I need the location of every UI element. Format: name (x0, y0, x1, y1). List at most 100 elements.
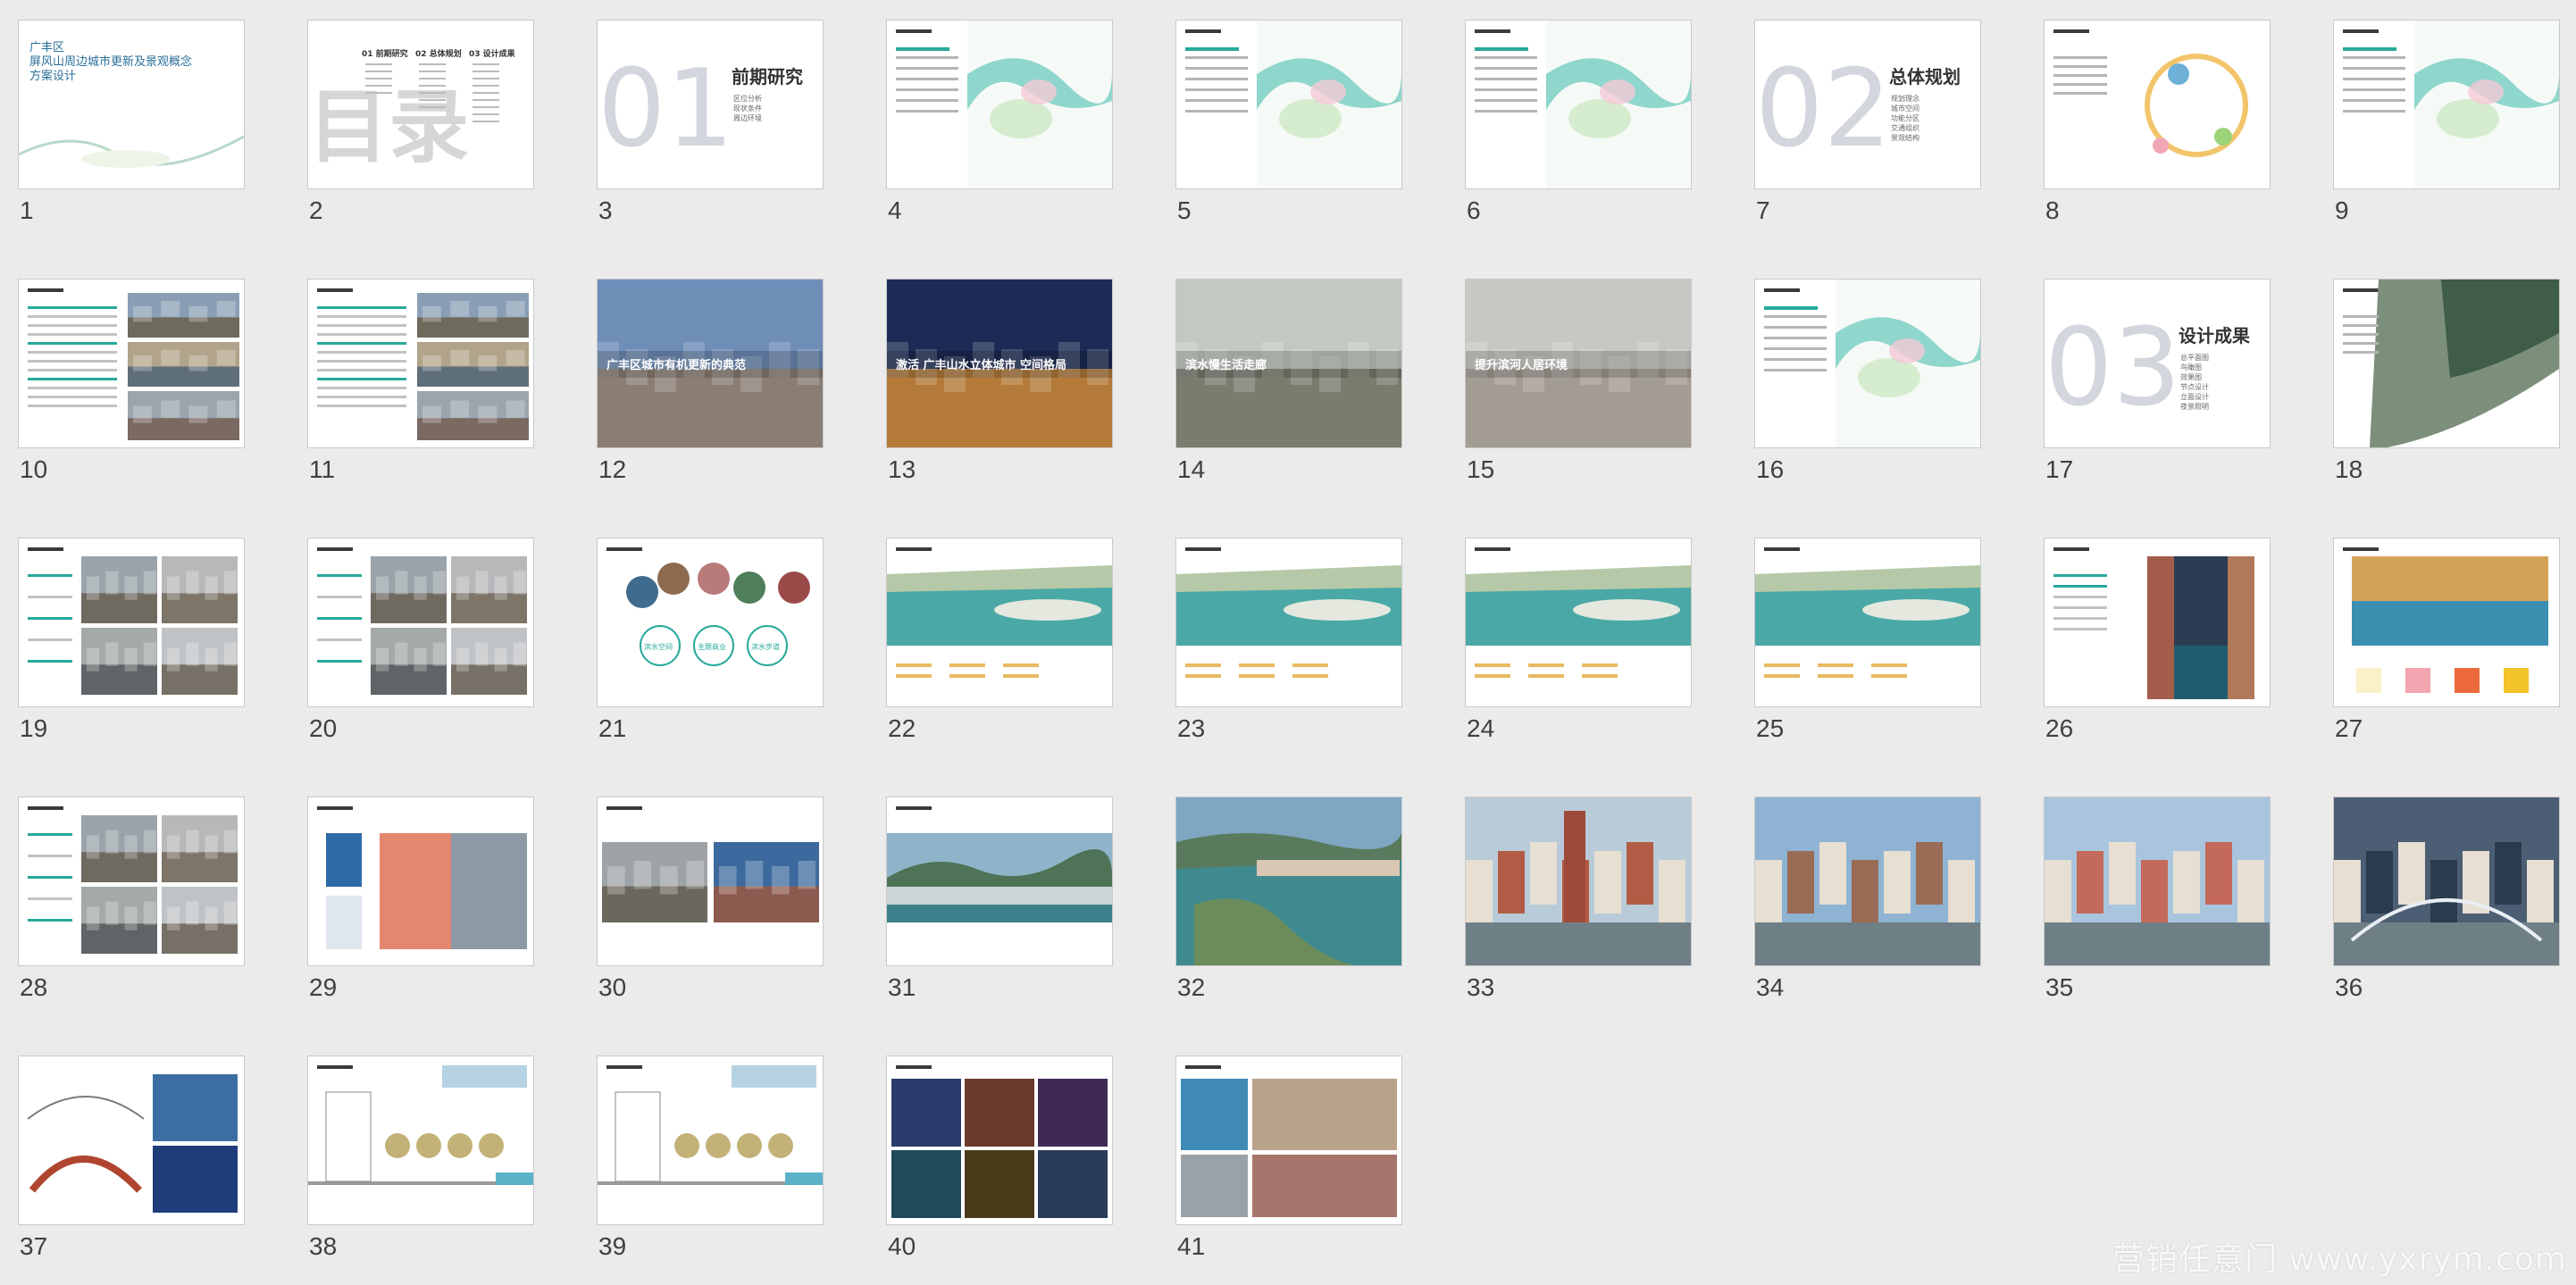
slide-thumbnail-12[interactable]: 广丰区城市有机更新的典范 12 (597, 279, 824, 483)
slide-preview[interactable] (886, 797, 1113, 966)
slide-preview[interactable] (886, 1056, 1113, 1225)
night-img-1 (891, 1079, 961, 1147)
slide-thumbnail-35[interactable]: 35 (2044, 797, 2271, 1001)
slide-thumbnail-19[interactable]: 19 (18, 538, 245, 742)
slide-thumbnail-10[interactable]: 10 (18, 279, 245, 483)
night-img-4 (891, 1150, 961, 1218)
slide-thumbnail-24[interactable]: 24 (1465, 538, 1692, 742)
slide-thumbnail-34[interactable]: 34 (1754, 797, 1981, 1001)
render-building (2430, 860, 2457, 922)
slide-preview[interactable]: 01 前期研究 区位分析 现状条件 周边环境 (597, 20, 824, 189)
slide-preview[interactable]: 02 总体规划 规划理念 城市空间 功能分区 交通组织 景观结构 (1754, 20, 1981, 189)
slide-thumbnail-26[interactable]: 26 (2044, 538, 2271, 742)
slide-preview[interactable] (1465, 20, 1692, 189)
section-number: 03 (2045, 306, 2181, 430)
slide-preview[interactable] (1465, 797, 1692, 966)
slide-thumbnail-1[interactable]: 广丰区 屏风山周边城市更新及景观概念 方案设计 1 (18, 20, 245, 224)
slide-thumbnail-3[interactable]: 01 前期研究 区位分析 现状条件 周边环境 3 (597, 20, 824, 224)
slide-thumbnail-32[interactable]: 32 (1175, 797, 1402, 1001)
slide-thumbnail-27[interactable]: 27 (2333, 538, 2560, 742)
slide-thumbnail-5[interactable]: 5 (1175, 20, 1402, 224)
slide-thumbnail-21[interactable]: 滨水空间 主题商业 滨水步道 21 (597, 538, 824, 742)
slide-thumbnail-29[interactable]: 29 (307, 797, 534, 1001)
slide-preview[interactable]: 目录 01 前期研究 02 总体规划 03 设计成果 (307, 20, 534, 189)
slide-preview[interactable] (2044, 797, 2271, 966)
slide-preview[interactable] (307, 1056, 534, 1225)
slide-preview[interactable] (1175, 538, 1402, 707)
photo-title: 激活 广丰山水立体城市 空间格局 (896, 358, 1066, 372)
slide-thumbnail-39[interactable]: 39 (597, 1056, 824, 1260)
slide-preview[interactable] (2044, 20, 2271, 189)
slide-thumbnail-22[interactable]: 22 (886, 538, 1113, 742)
slide-thumbnail-11[interactable]: 11 (307, 279, 534, 483)
slide-preview[interactable] (1175, 1056, 1402, 1225)
map-textline (1185, 88, 1248, 91)
slide-thumbnail-30[interactable]: 30 (597, 797, 824, 1001)
slide-thumbnail-20[interactable]: 20 (307, 538, 534, 742)
plan-bank (1755, 565, 1980, 592)
section-tree-1 (674, 1133, 699, 1158)
slide-thumbnail-16[interactable]: 16 (1754, 279, 1981, 483)
slide-thumbnail-17[interactable]: 03 设计成果 总平面图 鸟瞰图 效果图 节点设计 立面设计 夜景照明 17 (2044, 279, 2271, 483)
slide-thumbnail-9[interactable]: 9 (2333, 20, 2560, 224)
slide-preview[interactable]: 激活 广丰山水立体城市 空间格局 (886, 279, 1113, 448)
slide-preview[interactable] (597, 797, 824, 966)
plan-legend (1582, 674, 1618, 678)
slide-preview[interactable]: 03 设计成果 总平面图 鸟瞰图 效果图 节点设计 立面设计 夜景照明 (2044, 279, 2271, 448)
slide-thumbnail-13[interactable]: 激活 广丰山水立体城市 空间格局 13 (886, 279, 1113, 483)
slide-preview[interactable] (597, 1056, 824, 1225)
slide-preview[interactable] (1754, 797, 1981, 966)
slide-thumbnail-37[interactable]: 37 (18, 1056, 245, 1260)
slide-number: 38 (309, 1232, 338, 1260)
slide-thumbnail-28[interactable]: 28 (18, 797, 245, 1001)
slide-preview[interactable] (18, 279, 245, 448)
slide-thumbnail-14[interactable]: 滨水慢生活走廊 14 (1175, 279, 1402, 483)
slide-thumbnail-18[interactable]: 18 (2333, 279, 2560, 483)
slide-preview[interactable]: 广丰区城市有机更新的典范 (597, 279, 824, 448)
slide-thumbnail-41[interactable]: 41 (1175, 1056, 1402, 1260)
slide-preview[interactable] (307, 797, 534, 966)
slide-preview[interactable] (2333, 20, 2560, 189)
slide-thumbnail-38[interactable]: 38 (307, 1056, 534, 1260)
slide-thumbnail-15[interactable]: 提升滨河人居环境 15 (1465, 279, 1692, 483)
slide-thumbnail-31[interactable]: 31 (886, 797, 1113, 1001)
slide-preview[interactable] (1754, 279, 1981, 448)
slide-thumbnail-7[interactable]: 02 总体规划 规划理念 城市空间 功能分区 交通组织 景观结构 7 (1754, 20, 1981, 224)
slide-preview[interactable] (1175, 797, 1402, 966)
slide-preview[interactable] (307, 279, 534, 448)
slide-number: 23 (1177, 714, 1206, 742)
slide-content (2343, 21, 2559, 188)
slide-thumbnail-36[interactable]: 36 (2333, 797, 2560, 1001)
slide-preview[interactable] (18, 538, 245, 707)
grid-img-1-bldg-3 (124, 835, 138, 859)
slide-preview[interactable] (886, 20, 1113, 189)
slide-preview[interactable]: 提升滨河人居环境 (1465, 279, 1692, 448)
slide-thumbnail-8[interactable]: 8 (2044, 20, 2271, 224)
slide-preview[interactable]: 滨水空间 主题商业 滨水步道 (597, 538, 824, 707)
slide-thumbnail-6[interactable]: 6 (1465, 20, 1692, 224)
slide-thumbnail-40[interactable]: 40 (886, 1056, 1113, 1260)
slide-preview[interactable]: 广丰区 屏风山周边城市更新及景观概念 方案设计 (18, 20, 245, 189)
slide-preview[interactable] (2333, 538, 2560, 707)
slide-preview[interactable] (2333, 279, 2560, 448)
slide-preview[interactable] (307, 538, 534, 707)
slide-thumbnail-4[interactable]: 4 (886, 20, 1113, 224)
map-accent (1764, 306, 1818, 310)
render-building (2109, 842, 2136, 905)
slide-preview[interactable] (1754, 538, 1981, 707)
slide-preview[interactable] (1465, 538, 1692, 707)
slide-thumbnail-33[interactable]: 33 (1465, 797, 1692, 1001)
textphoto-line (28, 315, 117, 318)
slide-preview[interactable] (2333, 797, 2560, 966)
slide-preview[interactable] (1175, 20, 1402, 189)
slide-preview[interactable] (886, 538, 1113, 707)
slide-thumbnail-2[interactable]: 目录 01 前期研究 02 总体规划 03 设计成果 2 (307, 20, 534, 224)
slide-preview[interactable] (18, 797, 245, 966)
slide-preview[interactable] (2044, 538, 2271, 707)
slide-preview[interactable]: 滨水慢生活走廊 (1175, 279, 1402, 448)
slide-thumbnail-23[interactable]: 23 (1175, 538, 1402, 742)
slide-thumbnail-25[interactable]: 25 (1754, 538, 1981, 742)
slide-number: 39 (598, 1232, 627, 1260)
slide-preview[interactable] (18, 1056, 245, 1225)
grid-textline (28, 617, 72, 620)
